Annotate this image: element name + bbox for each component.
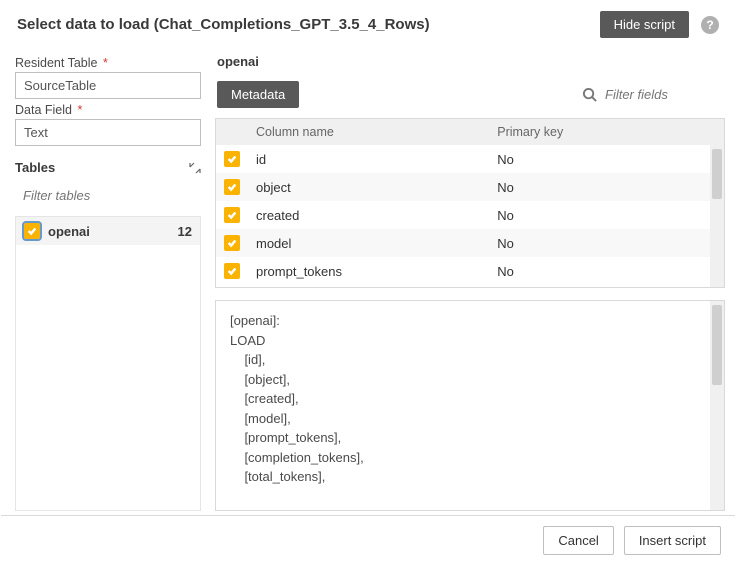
required-mark: * <box>99 56 107 70</box>
table-row[interactable]: openai 12 <box>16 217 200 245</box>
hide-script-button[interactable]: Hide script <box>600 11 689 38</box>
data-field-label: Data Field * <box>15 103 201 117</box>
column-checkbox[interactable] <box>224 263 240 279</box>
table-name: openai <box>48 224 178 239</box>
columns-header: Column name Primary key <box>216 119 710 145</box>
column-pk: No <box>489 258 710 285</box>
dialog-header: Select data to load (Chat_Completions_GP… <box>1 1 735 48</box>
tables-section-header: Tables <box>15 160 201 175</box>
resident-table-label: Resident Table * <box>15 56 201 70</box>
dialog-body: Resident Table * Data Field * Tables <box>1 48 735 515</box>
search-icon <box>582 87 597 102</box>
expand-icon[interactable] <box>189 162 201 174</box>
col-header-pk: Primary key <box>489 119 710 145</box>
column-pk: No <box>489 146 710 173</box>
column-checkbox[interactable] <box>224 207 240 223</box>
scrollbar-thumb[interactable] <box>712 149 722 199</box>
column-row[interactable]: model No <box>216 229 710 257</box>
column-checkbox[interactable] <box>224 235 240 251</box>
columns-scrollbar[interactable] <box>710 145 724 287</box>
dialog-title: Select data to load (Chat_Completions_GP… <box>17 16 600 33</box>
column-row[interactable]: prompt_tokens No <box>216 257 710 285</box>
filter-fields-row <box>299 86 723 103</box>
scrollbar-thumb[interactable] <box>712 305 722 385</box>
dialog-footer: Cancel Insert script <box>1 515 735 565</box>
column-checkbox[interactable] <box>224 179 240 195</box>
resident-table-input[interactable] <box>15 72 201 99</box>
column-checkbox[interactable] <box>224 151 240 167</box>
table-checkbox[interactable] <box>24 223 40 239</box>
filter-fields-input[interactable] <box>603 86 723 103</box>
tables-title: Tables <box>15 160 189 175</box>
selected-table-title: openai <box>215 52 725 79</box>
column-pk: No <box>489 202 710 229</box>
script-content[interactable]: [openai]: LOAD [id], [object], [created]… <box>216 301 710 510</box>
column-name: created <box>248 202 489 229</box>
column-row[interactable]: object No <box>216 173 710 201</box>
help-icon[interactable]: ? <box>701 16 719 34</box>
cancel-button[interactable]: Cancel <box>543 526 613 555</box>
columns-body: id No object No created No model No prom… <box>216 145 710 287</box>
column-pk: No <box>489 174 710 201</box>
insert-script-button[interactable]: Insert script <box>624 526 721 555</box>
column-row[interactable]: created No <box>216 201 710 229</box>
column-pk: No <box>489 230 710 257</box>
filter-tables-input[interactable] <box>21 187 203 204</box>
script-preview: [openai]: LOAD [id], [object], [created]… <box>215 300 725 511</box>
column-name: prompt_tokens <box>248 258 489 285</box>
column-name: model <box>248 230 489 257</box>
data-field-input[interactable] <box>15 119 201 146</box>
column-name: object <box>248 174 489 201</box>
column-row[interactable]: id No <box>216 145 710 173</box>
script-scrollbar[interactable] <box>710 301 724 510</box>
table-count: 12 <box>178 224 192 239</box>
metadata-button[interactable]: Metadata <box>217 81 299 108</box>
columns-table: Column name Primary key id No object No … <box>215 118 725 288</box>
required-mark: * <box>74 103 82 117</box>
left-panel: Resident Table * Data Field * Tables <box>11 48 207 515</box>
right-toolbar: Metadata <box>215 79 725 118</box>
select-data-dialog: Select data to load (Chat_Completions_GP… <box>0 0 736 566</box>
tables-list: openai 12 <box>15 216 201 511</box>
column-name: id <box>248 146 489 173</box>
right-panel: openai Metadata Column name Primary key <box>207 48 729 515</box>
col-header-name: Column name <box>248 119 489 145</box>
filter-tables-row <box>15 185 201 206</box>
